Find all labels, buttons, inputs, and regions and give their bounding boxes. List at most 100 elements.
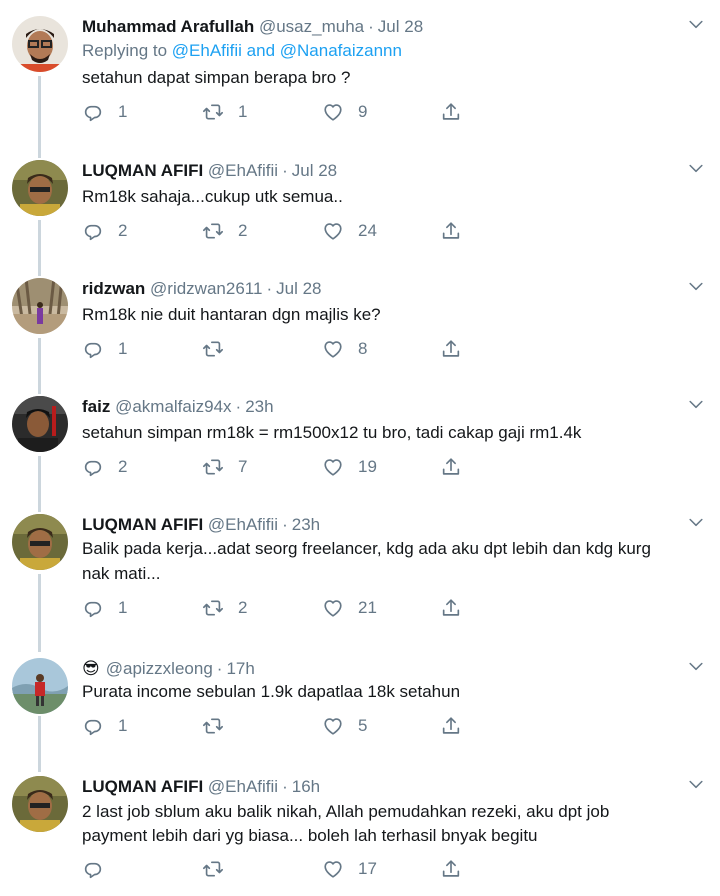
timestamp[interactable]: 23h <box>292 515 320 534</box>
like-count: 24 <box>358 221 377 240</box>
like-button[interactable]: 9 <box>322 99 367 125</box>
reply-button[interactable] <box>82 856 118 882</box>
timestamp[interactable]: Jul 28 <box>276 279 321 298</box>
reply-button[interactable]: 1 <box>82 336 127 362</box>
display-name[interactable]: LUQMAN AFIFI <box>82 161 203 180</box>
retweet-icon <box>202 220 224 242</box>
like-button[interactable]: 21 <box>322 595 377 621</box>
share-icon <box>440 456 462 478</box>
share-button[interactable] <box>440 336 462 362</box>
chevron-down-icon[interactable] <box>686 14 706 34</box>
reply-icon <box>82 456 104 478</box>
display-name[interactable]: Muhammad Arafullah <box>82 17 254 36</box>
separator-dot: · <box>235 397 242 416</box>
user-handle[interactable]: @EhAfifii <box>208 777 278 796</box>
tweet[interactable]: LUQMAN AFIFI @EhAfifii · 23h Balik pada ke… <box>0 498 720 638</box>
retweet-button[interactable] <box>202 336 238 362</box>
reply-icon <box>82 858 104 880</box>
tweet-header: faiz @akmalfaiz94x · 23h <box>82 396 274 418</box>
display-name[interactable]: ridzwan <box>82 279 145 298</box>
avatar[interactable] <box>12 160 68 216</box>
display-name-emoji[interactable]: 😎 <box>82 659 100 678</box>
timestamp[interactable]: Jul 28 <box>292 161 337 180</box>
separator-dot: · <box>266 279 273 298</box>
timestamp[interactable]: 16h <box>292 777 320 796</box>
retweet-button[interactable]: 2 <box>202 218 247 244</box>
user-handle[interactable]: @EhAfifii <box>208 161 278 180</box>
replying-to-users[interactable]: @EhAfifii and @Nanafaizannn <box>172 41 402 60</box>
tweet-actions: 2 7 19 <box>82 454 482 480</box>
reply-icon <box>82 715 104 737</box>
heart-icon <box>322 715 344 737</box>
separator-dot: · <box>368 17 374 36</box>
share-icon <box>440 715 462 737</box>
avatar[interactable] <box>12 514 68 570</box>
display-name[interactable]: LUQMAN AFIFI <box>82 777 203 796</box>
chevron-down-icon[interactable] <box>686 276 706 296</box>
chevron-down-icon[interactable] <box>686 512 706 532</box>
retweet-button[interactable]: 2 <box>202 595 247 621</box>
user-handle[interactable]: @usaz_muha <box>259 17 364 36</box>
tweet[interactable]: LUQMAN AFIFI @EhAfifii · 16h 2 last job sb… <box>0 760 720 896</box>
tweet-text: Rm18k sahaja...cukup utk semua.. <box>82 187 343 206</box>
user-handle[interactable]: @EhAfifii <box>208 515 278 534</box>
retweet-icon <box>202 597 224 619</box>
like-count: 19 <box>358 457 377 476</box>
display-name[interactable]: faiz <box>82 397 110 416</box>
timestamp[interactable]: 17h <box>226 659 254 678</box>
reply-button[interactable]: 1 <box>82 713 127 739</box>
like-button[interactable]: 5 <box>322 713 367 739</box>
avatar[interactable] <box>12 396 68 452</box>
avatar[interactable] <box>12 658 68 714</box>
retweet-icon <box>202 338 224 360</box>
retweet-button[interactable] <box>202 713 238 739</box>
retweet-icon <box>202 456 224 478</box>
retweet-button[interactable] <box>202 856 238 882</box>
share-button[interactable] <box>440 856 462 882</box>
user-handle[interactable]: @akmalfaiz94x <box>115 397 231 416</box>
tweet-text-line-2: nak mati... <box>82 564 161 583</box>
avatar[interactable] <box>12 16 68 72</box>
share-button[interactable] <box>440 218 462 244</box>
reply-icon <box>82 338 104 360</box>
avatar[interactable] <box>12 776 68 832</box>
share-button[interactable] <box>440 454 462 480</box>
chevron-down-icon[interactable] <box>686 158 706 178</box>
like-button[interactable]: 17 <box>322 856 377 882</box>
chevron-down-icon[interactable] <box>686 774 706 794</box>
retweet-count: 2 <box>238 221 248 240</box>
tweet[interactable]: 😎 @apizzxleong · 17h Purata income sebulan … <box>0 642 720 760</box>
replying-to-label: Replying to <box>82 41 168 60</box>
user-handle[interactable]: @apizzxleong <box>106 659 213 678</box>
tweet[interactable]: LUQMAN AFIFI @EhAfifii · Jul 28 Rm18k saha… <box>0 144 720 262</box>
timestamp[interactable]: Jul 28 <box>378 17 423 36</box>
reply-count: 1 <box>118 102 128 121</box>
like-count: 17 <box>358 859 377 878</box>
user-handle[interactable]: @ridzwan2611 <box>150 279 262 298</box>
tweet[interactable]: ridzwan @ridzwan2611 · Jul 28 Rm18k nie du… <box>0 262 720 380</box>
reply-button[interactable]: 2 <box>82 454 127 480</box>
share-button[interactable] <box>440 713 462 739</box>
retweet-count: 1 <box>238 102 248 121</box>
like-button[interactable]: 19 <box>322 454 377 480</box>
separator-dot: · <box>282 515 288 534</box>
like-button[interactable]: 8 <box>322 336 367 362</box>
chevron-down-icon[interactable] <box>686 656 706 676</box>
timestamp[interactable]: 23h <box>245 397 273 416</box>
tweet[interactable]: faiz @akmalfaiz94x · 23h setahun simpan rm… <box>0 380 720 498</box>
like-button[interactable]: 24 <box>322 218 377 244</box>
avatar[interactable] <box>12 278 68 334</box>
tweet[interactable]: Muhammad Arafullah @usaz_muha · Jul 28 Rep… <box>0 0 720 140</box>
share-button[interactable] <box>440 99 462 125</box>
share-button[interactable] <box>440 595 462 621</box>
heart-icon <box>322 220 344 242</box>
display-name[interactable]: LUQMAN AFIFI <box>82 515 203 534</box>
reply-button[interactable]: 2 <box>82 218 127 244</box>
reply-button[interactable]: 1 <box>82 595 127 621</box>
retweet-icon <box>202 858 224 880</box>
retweet-button[interactable]: 7 <box>202 454 247 480</box>
reply-button[interactable]: 1 <box>82 99 127 125</box>
retweet-button[interactable]: 1 <box>202 99 247 125</box>
chevron-down-icon[interactable] <box>686 394 706 414</box>
tweet-header: LUQMAN AFIFI @EhAfifii · 23h <box>82 514 320 536</box>
